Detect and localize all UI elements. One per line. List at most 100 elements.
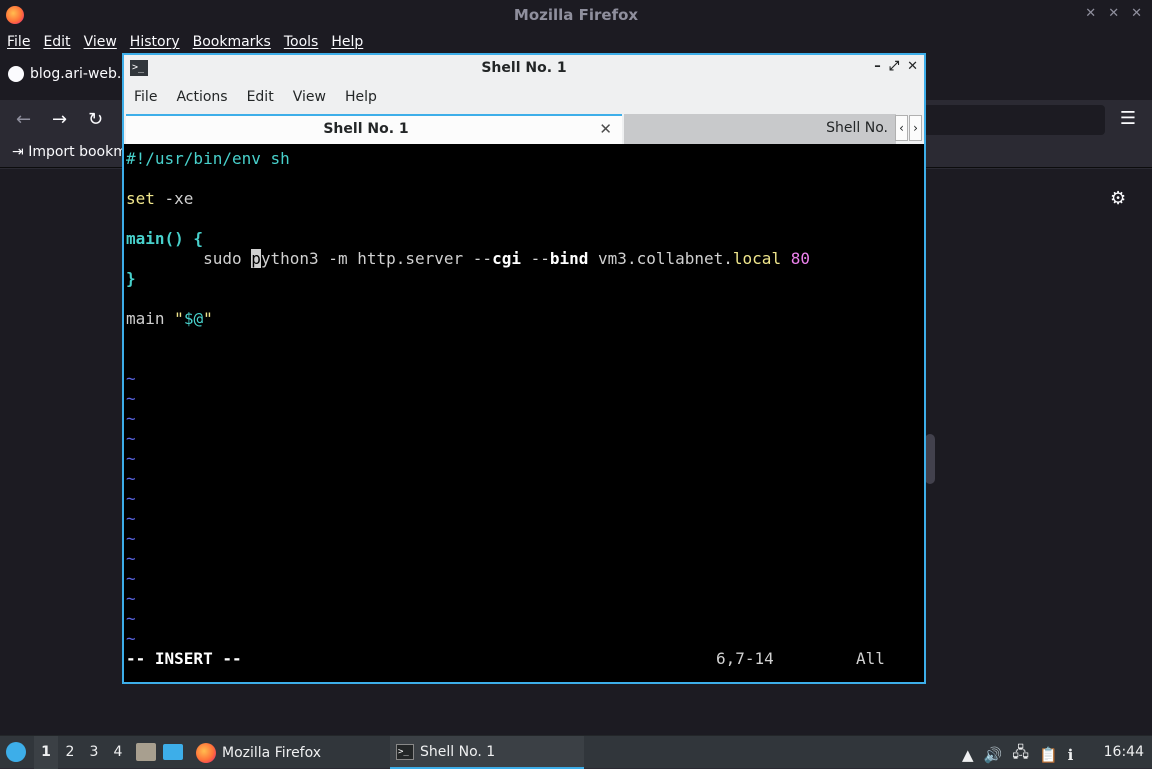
menu-bookmarks[interactable]: Bookmarks xyxy=(193,34,271,50)
code-line-1: #!/usr/bin/env sh xyxy=(126,149,290,168)
call-quote-open: " xyxy=(174,309,184,328)
show-desktop-icon[interactable] xyxy=(163,744,183,760)
chevron-left-icon[interactable]: ‹ xyxy=(895,115,908,141)
menu-file[interactable]: File xyxy=(7,34,30,50)
cmd-port: 80 xyxy=(790,249,810,268)
code-line-7: } xyxy=(126,269,136,288)
cmd-bind: bind xyxy=(549,249,589,268)
start-menu-icon[interactable] xyxy=(6,742,26,762)
close-tab-icon[interactable]: ✕ xyxy=(599,120,612,138)
firefox-window-controls: ✕ ✕ ✕ xyxy=(1085,6,1142,21)
desktop-1[interactable]: 1 xyxy=(34,736,58,769)
desktop-4[interactable]: 4 xyxy=(106,736,130,769)
empty-line-marker: ~ xyxy=(126,409,136,428)
notification-icon[interactable]: ℹ xyxy=(1068,746,1074,764)
back-icon[interactable]: ← xyxy=(16,109,31,130)
menu-help[interactable]: Help xyxy=(331,34,363,50)
chevron-right-icon[interactable]: › xyxy=(909,115,922,141)
file-manager-icon[interactable] xyxy=(136,743,156,761)
firefox-icon xyxy=(196,742,216,763)
empty-line-marker: ~ xyxy=(126,509,136,528)
url-bar[interactable] xyxy=(920,105,1105,135)
cmd-mid: -- xyxy=(520,249,550,268)
menu-edit[interactable]: Edit xyxy=(43,34,70,50)
code-line-5: main() { xyxy=(126,229,204,248)
terminal-menu-actions[interactable]: Actions xyxy=(176,89,238,105)
menu-view[interactable]: View xyxy=(84,34,117,50)
reload-icon[interactable]: ↻ xyxy=(88,109,103,130)
minimize-icon[interactable]: – xyxy=(874,59,881,74)
forward-icon[interactable]: → xyxy=(52,109,67,130)
desktop-2[interactable]: 2 xyxy=(58,736,82,769)
tray-up-arrow-icon[interactable]: ▲ xyxy=(962,746,974,764)
github-icon xyxy=(8,66,24,82)
terminal-tab-label: Shell No. 1 xyxy=(323,121,409,137)
code-line-9: main "$@" xyxy=(126,309,213,329)
vim-scroll-indicator: All xyxy=(856,649,885,668)
terminal-tabbar: Shell No. 1 ✕ Shell No. ‹ › xyxy=(124,112,924,144)
system-tray: ▲ 🔊 🖧 📋 ℹ xyxy=(962,742,1073,767)
firefox-tab[interactable]: blog.ari-web.x xyxy=(8,66,130,82)
task-label: Mozilla Firefox xyxy=(222,744,322,761)
call-name: main xyxy=(126,309,175,328)
firefox-menubar: File Edit View History Bookmarks Tools H… xyxy=(0,30,1152,54)
text-cursor: p xyxy=(251,249,261,268)
maximize-icon[interactable]: ✕ xyxy=(1108,6,1119,21)
desktop-3[interactable]: 3 xyxy=(82,736,106,769)
minimize-icon[interactable]: ✕ xyxy=(1085,6,1096,21)
call-quote-close: " xyxy=(203,309,213,328)
terminal-tab-inactive[interactable]: Shell No. xyxy=(624,114,896,144)
desktop-switcher: 1 2 3 4 xyxy=(34,736,130,769)
cmd-space xyxy=(781,249,791,268)
empty-line-marker: ~ xyxy=(126,549,136,568)
menu-tools[interactable]: Tools xyxy=(284,34,319,50)
terminal-tab-label: Shell No. xyxy=(826,120,888,136)
clock[interactable]: 16:44 xyxy=(1104,744,1144,760)
cmd-host: vm3.collabnet. xyxy=(588,249,733,268)
import-bookmarks-item[interactable]: ⇥ Import bookm xyxy=(12,144,127,160)
task-terminal[interactable]: >_ Shell No. 1 xyxy=(390,736,584,769)
empty-line-marker: ~ xyxy=(126,569,136,588)
menu-history[interactable]: History xyxy=(130,34,180,50)
set-args: -xe xyxy=(154,189,194,208)
terminal-menu-view[interactable]: View xyxy=(293,89,337,105)
empty-line-marker: ~ xyxy=(126,429,136,448)
vim-editor[interactable]: #!/usr/bin/env sh set -xe main() { sudo … xyxy=(126,146,922,682)
clipboard-icon[interactable]: 📋 xyxy=(1039,746,1058,764)
terminal-tab-active[interactable]: Shell No. 1 ✕ xyxy=(126,114,622,144)
terminal-icon: >_ xyxy=(396,743,414,760)
gear-icon[interactable]: ⚙ xyxy=(1110,188,1126,209)
code-line-6: sudo python3 -m http.server --cgi --bind… xyxy=(126,249,810,269)
terminal-menu-help[interactable]: Help xyxy=(345,89,388,105)
firefox-titlebar: Mozilla Firefox ✕ ✕ ✕ xyxy=(0,0,1152,30)
maximize-icon[interactable]: ⤢ xyxy=(889,59,899,74)
empty-line-marker: ~ xyxy=(126,369,136,388)
terminal-menubar: File Actions Edit View Help xyxy=(124,82,924,112)
firefox-window-title: Mozilla Firefox xyxy=(513,6,639,24)
volume-icon[interactable]: 🔊 xyxy=(984,746,1003,764)
cmd-local: local xyxy=(732,249,782,268)
cmd-indent: sudo xyxy=(126,249,252,268)
vim-mode-indicator: -- INSERT -- xyxy=(126,649,242,668)
firefox-tab-title: blog.ari-web.x xyxy=(30,66,130,82)
cmd-rest: ython3 -m http.server -- xyxy=(260,249,493,268)
scrollbar-thumb[interactable] xyxy=(925,434,935,484)
network-icon[interactable]: 🖧 xyxy=(1012,742,1029,767)
close-icon[interactable]: ✕ xyxy=(1131,6,1142,21)
empty-line-marker: ~ xyxy=(126,589,136,608)
terminal-menu-file[interactable]: File xyxy=(134,89,168,105)
task-label: Shell No. 1 xyxy=(420,743,496,760)
hamburger-menu-icon[interactable]: ☰ xyxy=(1120,108,1136,129)
terminal-window: >_ Shell No. 1 – ⤢ ✕ File Actions Edit V… xyxy=(122,53,926,684)
terminal-window-controls: – ⤢ ✕ xyxy=(874,59,918,74)
terminal-menu-edit[interactable]: Edit xyxy=(247,89,285,105)
tab-scroll-buttons: ‹ › xyxy=(895,115,922,141)
cmd-cgi: cgi xyxy=(492,249,521,268)
close-icon[interactable]: ✕ xyxy=(907,59,918,74)
empty-line-marker: ~ xyxy=(126,609,136,628)
task-firefox[interactable]: Mozilla Firefox xyxy=(192,736,382,769)
empty-line-marker: ~ xyxy=(126,389,136,408)
empty-line-marker: ~ xyxy=(126,629,136,648)
empty-line-marker: ~ xyxy=(126,449,136,468)
terminal-titlebar: >_ Shell No. 1 – ⤢ ✕ xyxy=(124,55,924,82)
